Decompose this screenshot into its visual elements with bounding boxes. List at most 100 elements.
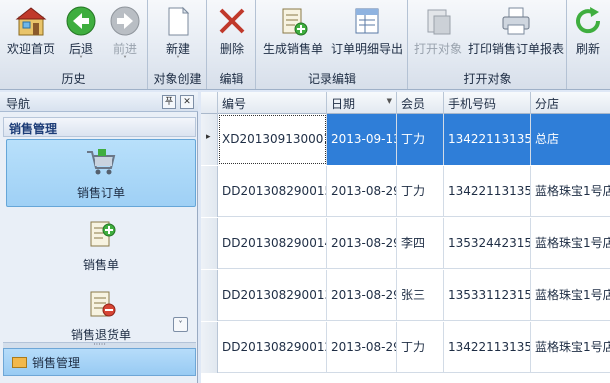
printer-icon <box>502 7 530 35</box>
generate-sales-icon <box>282 8 308 36</box>
delete-x-icon <box>219 8 245 34</box>
row-header[interactable] <box>201 270 218 321</box>
cell-date[interactable]: 2013-08-29 <box>327 166 397 217</box>
nav-item-sales-order-label: 销售订单 <box>76 186 125 200</box>
nav-scroll-down-button[interactable]: ˅ <box>173 317 188 332</box>
row-pointer-icon: ▸ <box>206 132 211 142</box>
cell-date[interactable]: 2013-09-13 <box>327 114 397 165</box>
cell-member[interactable]: 丁力 <box>397 166 444 217</box>
nav-item-sales-doc[interactable]: 销售单 <box>6 212 196 280</box>
nav-bottom-group-sales[interactable]: 销售管理 <box>3 348 196 376</box>
row-header[interactable] <box>201 322 218 373</box>
grid-header: 编号 日期 ▼ 会员 手机号码 分店 <box>201 92 610 114</box>
column-header-number[interactable]: 编号 <box>218 92 327 114</box>
refresh-label: 刷新 <box>575 42 600 56</box>
ribbon-group-create-label: 对象创建 <box>153 72 202 86</box>
cell-branch[interactable]: 蓝格珠宝1号店 <box>531 218 610 269</box>
navigation-title: 导航 푸 ✕ <box>0 92 198 112</box>
cell-number[interactable]: DD201308290014 <box>218 218 327 269</box>
close-icon[interactable]: ✕ <box>180 95 194 109</box>
column-header-date[interactable]: 日期 ▼ <box>327 92 397 114</box>
delete-button[interactable]: 删除 <box>210 0 254 70</box>
cell-date[interactable]: 2013-08-29 <box>327 218 397 269</box>
export-detail-button[interactable]: 订单明细导出 <box>329 0 405 70</box>
open-object-button[interactable]: 打开对象 <box>411 0 465 70</box>
nav-group-header[interactable]: 销售管理 <box>3 117 196 137</box>
sort-desc-icon: ▼ <box>386 97 392 105</box>
back-button[interactable]: 后退 ˅ <box>59 0 103 70</box>
cell-member[interactable]: 丁力 <box>397 114 444 165</box>
forward-button[interactable]: 前进 ˅ <box>103 0 147 70</box>
ribbon-group-open-label: 打开对象 <box>463 72 512 86</box>
back-arrow-icon <box>66 6 96 36</box>
pin-icon[interactable]: 푸 <box>162 95 176 109</box>
table-row[interactable]: ▸ XD201309130001 2013-09-13 丁力 134221131… <box>201 114 610 165</box>
sales-return-icon <box>90 291 116 317</box>
cell-date[interactable]: 2013-08-29 <box>327 322 397 373</box>
cell-phone[interactable]: 13422113135 <box>444 322 531 373</box>
ribbon-group-history: 欢迎首页 后退 ˅ 前进 ˅ 历史 <box>0 0 148 89</box>
generate-sales-button[interactable]: 生成销售单 <box>259 0 327 70</box>
navigation-title-text: 导航 <box>6 97 31 111</box>
new-dropdown-icon[interactable]: ˅ <box>153 55 203 64</box>
table-row[interactable]: DD201308290015 2013-08-29 丁力 13422113135… <box>201 166 610 217</box>
cell-member[interactable]: 李四 <box>397 218 444 269</box>
table-row[interactable]: DD201308290014 2013-08-29 李四 13532442315… <box>201 218 610 269</box>
ribbon-group-edit-label: 编辑 <box>219 72 244 86</box>
export-detail-icon <box>355 8 379 34</box>
column-header-date-label: 日期 <box>331 97 356 111</box>
nav-bottom-group-label: 销售管理 <box>32 356 81 370</box>
ribbon-group-record-edit: 生成销售单 订单明细导出 记录编辑 <box>257 0 408 89</box>
ribbon-group-edit: 删除 编辑 <box>208 0 256 89</box>
folder-icon <box>12 357 27 368</box>
welcome-home-label: 欢迎首页 <box>6 42 55 56</box>
home-icon <box>15 7 47 36</box>
row-header[interactable] <box>201 166 218 217</box>
new-button[interactable]: 新建 ˅ <box>153 0 203 70</box>
ribbon-group-refresh: 刷新 <box>568 0 610 89</box>
cell-branch[interactable]: 蓝格珠宝1号店 <box>531 270 610 321</box>
refresh-button[interactable]: 刷新 <box>568 0 608 70</box>
welcome-home-button[interactable]: 欢迎首页 <box>3 0 59 70</box>
column-header-branch[interactable]: 分店 <box>531 92 610 114</box>
ribbon-group-open: 打开对象 打印销售订单报表 打开对象 <box>409 0 567 89</box>
cell-branch[interactable]: 蓝格珠宝1号店 <box>531 322 610 373</box>
cell-number[interactable]: DD201308290012 <box>218 322 327 373</box>
cell-phone[interactable]: 13422113135 <box>444 114 531 165</box>
cell-phone[interactable]: 13532442315 <box>444 218 531 269</box>
cell-phone[interactable]: 13533112315 <box>444 270 531 321</box>
table-row[interactable]: DD201308290013 2013-08-29 张三 13533112315… <box>201 270 610 321</box>
forward-arrow-icon <box>110 6 140 36</box>
cell-branch[interactable]: 总店 <box>531 114 610 165</box>
ribbon-group-history-label: 历史 <box>61 72 86 86</box>
ribbon-group-create: 新建 ˅ 对象创建 <box>149 0 207 89</box>
row-header[interactable]: ▸ <box>201 114 218 165</box>
column-header-member[interactable]: 会员 <box>397 92 444 114</box>
sales-doc-icon <box>90 221 116 247</box>
cell-date[interactable]: 2013-08-29 <box>327 270 397 321</box>
nav-item-sales-doc-label: 销售单 <box>82 258 119 272</box>
open-object-icon <box>427 9 451 35</box>
cell-number[interactable]: DD201308290015 <box>218 166 327 217</box>
new-document-icon <box>168 6 190 36</box>
generate-sales-label: 生成销售单 <box>262 42 323 56</box>
open-object-label: 打开对象 <box>413 42 462 56</box>
cell-member[interactable]: 丁力 <box>397 322 444 373</box>
ribbon-toolbar: 欢迎首页 后退 ˅ 前进 ˅ 历史 新建 ˅ 对象创建 删除 编辑 生成销售单 … <box>0 0 610 90</box>
table-row[interactable]: DD201308290012 2013-08-29 丁力 13422113135… <box>201 322 610 373</box>
print-sales-order-button[interactable]: 打印销售订单报表 <box>467 0 565 70</box>
cell-number[interactable]: XD201309130001 <box>218 114 327 165</box>
back-dropdown-icon[interactable]: ˅ <box>59 55 103 64</box>
nav-item-sales-order[interactable]: 销售订单 <box>6 139 196 207</box>
column-header-phone[interactable]: 手机号码 <box>444 92 531 114</box>
delete-label: 删除 <box>219 42 244 56</box>
cell-number[interactable]: DD201308290013 <box>218 270 327 321</box>
cell-branch[interactable]: 蓝格珠宝1号店 <box>531 166 610 217</box>
forward-dropdown-icon[interactable]: ˅ <box>103 55 147 64</box>
cell-phone[interactable]: 13422113135 <box>444 166 531 217</box>
row-header-corner <box>201 92 218 114</box>
export-detail-label: 订单明细导出 <box>330 42 403 56</box>
ribbon-group-record-edit-label: 记录编辑 <box>307 72 356 86</box>
row-header[interactable] <box>201 218 218 269</box>
cell-member[interactable]: 张三 <box>397 270 444 321</box>
